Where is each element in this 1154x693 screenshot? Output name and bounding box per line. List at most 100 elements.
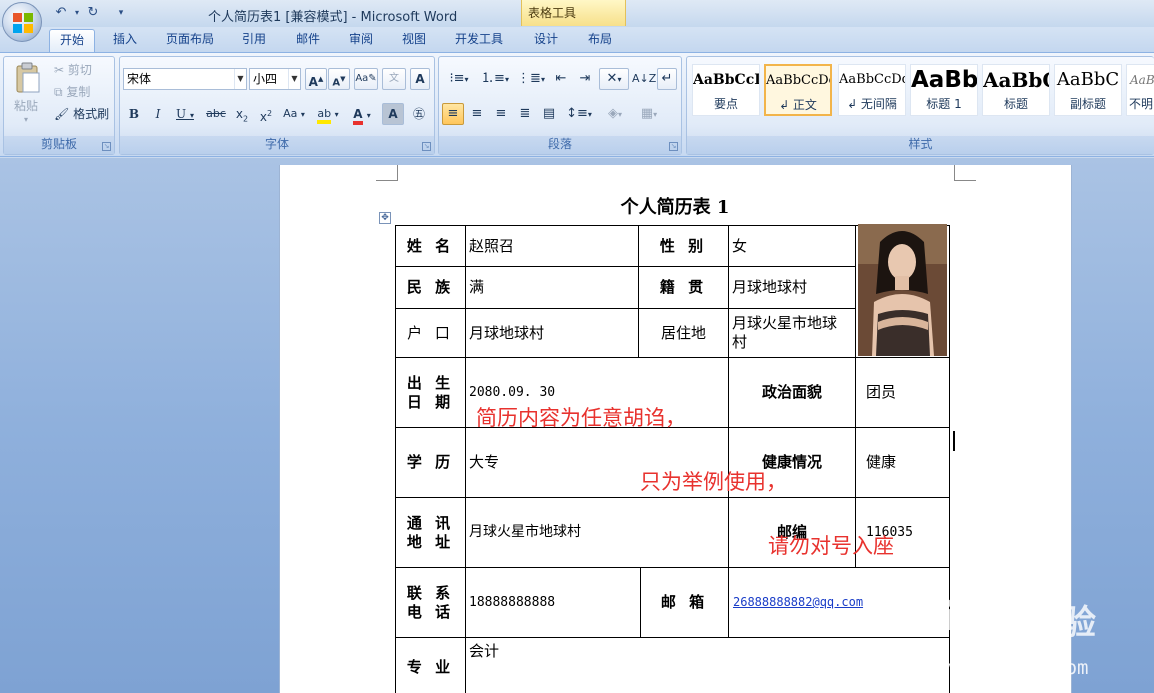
multilevel-list-icon[interactable]: ⋮≣▾: [514, 68, 548, 90]
justify-icon[interactable]: ≣: [514, 103, 536, 125]
tab-references[interactable]: 引用: [232, 29, 276, 52]
label-major: 专 业: [395, 637, 466, 693]
style-name: 标题: [1003, 97, 1028, 111]
office-logo-icon: [13, 13, 33, 33]
office-button[interactable]: [2, 2, 42, 42]
style-gallery-item[interactable]: AaBbCcl 不明: [1126, 64, 1154, 116]
font-size-value: 小四: [253, 72, 278, 86]
document-title: 个人简历表 1: [620, 197, 730, 218]
style-name: ↲ 无间隔: [847, 97, 897, 111]
tab-layout[interactable]: 布局: [578, 29, 622, 52]
watermark-brand-cn: 经验: [1028, 603, 1096, 643]
grow-font-icon[interactable]: A▲: [305, 68, 327, 90]
underline-icon[interactable]: U ▾: [171, 103, 199, 125]
paste-dropdown-icon[interactable]: ▾: [24, 115, 28, 124]
shrink-font-icon[interactable]: A▼: [328, 68, 350, 90]
character-border-icon[interactable]: A: [410, 68, 430, 90]
paragraph-launcher-icon[interactable]: ↘: [669, 142, 678, 151]
redo-icon[interactable]: ↻: [84, 4, 102, 22]
table-tools-label: 表格工具: [528, 6, 577, 20]
style-gallery-item[interactable]: AaBbC 副标题: [1054, 64, 1122, 116]
tab-insert[interactable]: 插入: [103, 29, 147, 52]
copy-button[interactable]: ⧉ 复制: [54, 83, 90, 100]
style-name: 标题 1: [926, 97, 962, 111]
copy-icon: ⧉: [54, 85, 63, 99]
sort-icon[interactable]: A↓Z: [631, 68, 656, 90]
label-hukou: 户 口: [395, 308, 466, 358]
phonetic-guide-icon[interactable]: 文: [382, 68, 406, 90]
line-spacing-icon[interactable]: ↕≡▾: [563, 103, 595, 125]
tab-mailings[interactable]: 邮件: [286, 29, 330, 52]
value-ethnicity[interactable]: 满: [465, 266, 639, 309]
font-name-value: 宋体: [127, 72, 152, 86]
value-health[interactable]: 健康: [855, 427, 950, 498]
paste-icon[interactable]: [12, 61, 44, 95]
font-name-combo[interactable]: 宋体 ▼: [123, 68, 247, 90]
copy-label: 复制: [66, 85, 91, 99]
value-address[interactable]: 月球火星市地球村: [465, 497, 729, 568]
font-launcher-icon[interactable]: ↘: [422, 142, 431, 151]
bullets-icon[interactable]: ⁝≡▾: [442, 68, 476, 90]
align-left-icon[interactable]: ≡: [442, 103, 464, 125]
font-size-combo[interactable]: 小四 ▼: [249, 68, 301, 90]
subscript-icon[interactable]: x2: [231, 103, 253, 125]
tab-home[interactable]: 开始: [49, 29, 96, 52]
font-color-icon[interactable]: A ▾: [347, 103, 377, 125]
value-gender[interactable]: 女: [728, 225, 856, 267]
value-political-status[interactable]: 团员: [855, 357, 950, 428]
shading-icon[interactable]: ◈▾: [599, 103, 631, 125]
tab-view[interactable]: 视图: [392, 29, 436, 52]
value-residence[interactable]: 月球火星市地球 村: [728, 308, 856, 358]
email-link[interactable]: 26888888882@qq.com: [733, 593, 863, 612]
style-gallery-item[interactable]: AaBb 标题 1: [910, 64, 978, 116]
label-origin: 籍 贯: [638, 266, 729, 309]
clear-formatting-icon[interactable]: Aa✎: [354, 68, 378, 90]
chevron-down-icon[interactable]: ▼: [234, 69, 246, 89]
enclose-characters-icon[interactable]: ㊄: [408, 103, 430, 125]
style-gallery-item[interactable]: AaBbCcD 要点: [692, 64, 760, 116]
strikethrough-icon[interactable]: abc: [203, 103, 229, 125]
highlight-icon[interactable]: ab ▾: [311, 103, 345, 125]
numbering-icon[interactable]: ⒈≡▾: [478, 68, 512, 90]
watermark-brand-left: Bai: [884, 593, 959, 640]
style-gallery-item-selected[interactable]: AaBbCcDd ↲ 正文: [764, 64, 832, 116]
clipboard-launcher-icon[interactable]: ↘: [102, 142, 111, 151]
distributed-icon[interactable]: ▤: [538, 103, 560, 125]
character-shading-icon[interactable]: A: [382, 103, 404, 125]
style-preview: AaBbCcl: [1130, 73, 1154, 87]
increase-indent-icon[interactable]: ⇥: [574, 68, 596, 90]
customize-qat-icon[interactable]: ▾: [112, 4, 130, 22]
align-right-icon[interactable]: ≡: [490, 103, 512, 125]
change-case-icon[interactable]: Aa ▾: [279, 103, 309, 125]
format-painter-label: 格式刷: [73, 107, 110, 121]
bold-icon[interactable]: B: [123, 103, 145, 125]
style-gallery-item[interactable]: AaBbCcDd ↲ 无间隔: [838, 64, 906, 116]
align-center-icon[interactable]: ≡: [466, 103, 488, 125]
tab-design[interactable]: 设计: [524, 29, 568, 52]
baidu-watermark: Bai du 经验 jingyan.baidu.com: [860, 565, 1154, 693]
superscript-icon[interactable]: x2: [255, 103, 277, 125]
value-origin[interactable]: 月球地球村: [728, 266, 856, 309]
value-name[interactable]: 赵照召: [465, 225, 639, 267]
style-gallery-item[interactable]: AaBbC 标题: [982, 64, 1050, 116]
borders-icon[interactable]: ▦▾: [633, 103, 665, 125]
paste-label[interactable]: 粘贴: [14, 97, 38, 114]
tab-developer[interactable]: 开发工具: [445, 29, 513, 52]
decrease-indent-icon[interactable]: ⇤: [550, 68, 572, 90]
tab-review[interactable]: 审阅: [339, 29, 383, 52]
format-painter-button[interactable]: 🖌 格式刷: [54, 105, 109, 122]
style-name: 不明: [1129, 97, 1154, 111]
overlay-note: 简历内容为任意胡诌，: [476, 406, 686, 430]
window-title: 个人简历表1 [兼容模式] - Microsoft Word: [208, 10, 458, 25]
show-marks-icon[interactable]: ↵: [657, 68, 677, 90]
value-hukou[interactable]: 月球地球村: [465, 308, 639, 358]
value-phone[interactable]: 18888888888: [465, 567, 641, 638]
style-name: 要点: [713, 97, 738, 111]
table-move-handle-icon[interactable]: ✥: [379, 212, 391, 224]
chevron-down-icon[interactable]: ▼: [288, 69, 300, 89]
table-tools-group: 表格工具: [521, 0, 626, 26]
tab-page-layout[interactable]: 页面布局: [156, 29, 224, 52]
cut-button[interactable]: ✂ 剪切: [54, 61, 92, 78]
italic-icon[interactable]: I: [147, 103, 169, 125]
chinese-layout-icon[interactable]: ✕▾: [599, 68, 629, 90]
